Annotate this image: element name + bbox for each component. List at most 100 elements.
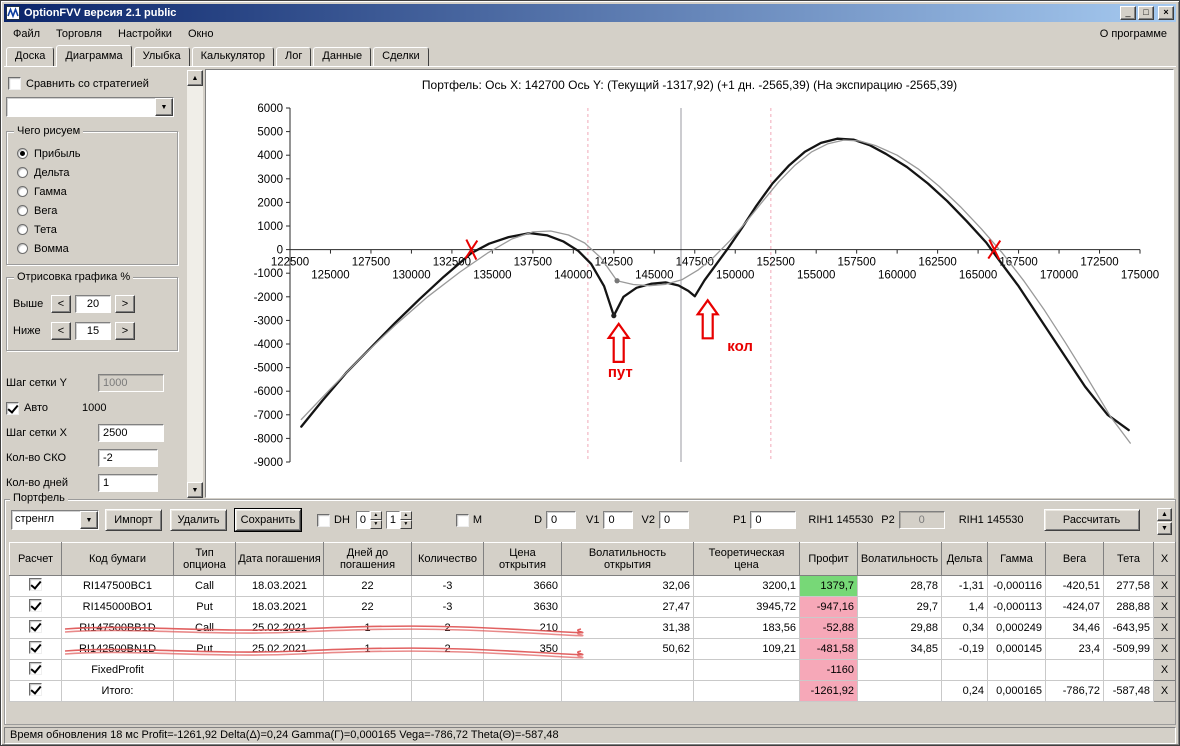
cell-vega: -420,51	[1045, 575, 1104, 597]
strategy-select-value: стренгл	[15, 513, 55, 525]
row-calc-checkbox[interactable]	[29, 599, 42, 612]
row-delete-button[interactable]: X	[1153, 638, 1176, 660]
cell-gamma: 0,000249	[987, 617, 1046, 639]
import-button[interactable]: Импорт	[105, 509, 162, 531]
row-calc-checkbox[interactable]	[29, 662, 42, 675]
radio-option-0[interactable]: Прибыль	[17, 144, 171, 163]
svg-text:130000: 130000	[392, 270, 430, 282]
cell-gamma	[987, 659, 1046, 681]
cell-gamma: -0,000113	[987, 596, 1046, 618]
compare-strategy-select[interactable]: ▼	[6, 97, 174, 117]
d-input[interactable]: 0	[546, 511, 577, 529]
settings-scrollbar[interactable]: ▲ ▼	[187, 70, 203, 498]
spin-down-icon[interactable]: ▼	[369, 520, 382, 529]
auto-checkbox[interactable]: Авто	[6, 401, 48, 415]
radio-option-2[interactable]: Гамма	[17, 182, 171, 201]
toolbar-scrollbar[interactable]: ▲ ▼	[1157, 508, 1172, 535]
sko-input[interactable]: -2	[98, 449, 158, 467]
cell-volatility: 34,85	[857, 638, 942, 660]
sko-label: Кол-во СКО	[6, 452, 67, 464]
spin-down-icon[interactable]: ▼	[399, 520, 412, 529]
column-header-9: Профит	[799, 542, 858, 576]
row-delete-button[interactable]: X	[1153, 575, 1176, 597]
dh-checkbox[interactable]: DH	[317, 513, 350, 527]
p2-input: 0	[898, 511, 945, 529]
p1-input[interactable]: 0	[750, 511, 797, 529]
m-checkbox[interactable]: М	[455, 513, 482, 527]
row-calc-checkbox[interactable]	[29, 641, 42, 654]
cell-theta: -509,99	[1103, 638, 1154, 660]
cell-quantity	[411, 680, 484, 702]
calculate-button[interactable]: Рассчитать	[1043, 509, 1140, 531]
strategy-select[interactable]: стренгл ▼	[11, 510, 99, 530]
row-calc-checkbox[interactable]	[29, 620, 42, 633]
tab-4[interactable]: Лог	[276, 47, 312, 66]
decrease-above-button[interactable]: <	[51, 294, 71, 313]
delete-button[interactable]: Удалить	[170, 509, 227, 531]
menu-about[interactable]: О программе	[1092, 25, 1175, 43]
svg-text:-2000: -2000	[253, 292, 282, 304]
radio-option-5[interactable]: Вомма	[17, 239, 171, 258]
chevron-down-icon[interactable]: ▼	[80, 511, 98, 529]
row-delete-button[interactable]: X	[1153, 659, 1176, 681]
radio-option-3[interactable]: Вега	[17, 201, 171, 220]
cell-quantity	[411, 659, 484, 681]
svg-text:2000: 2000	[257, 197, 283, 209]
draw-what-group-title: Чего рисуем	[14, 125, 84, 137]
scroll-up-icon[interactable]: ▲	[1157, 508, 1172, 521]
tab-6[interactable]: Сделки	[373, 47, 429, 66]
render-below-value[interactable]: 15	[75, 321, 111, 340]
tab-2[interactable]: Улыбка	[133, 47, 190, 66]
maximize-button[interactable]: □	[1138, 6, 1154, 20]
menu-window[interactable]: Окно	[180, 25, 222, 43]
tab-0[interactable]: Доска	[6, 47, 55, 66]
scroll-down-icon[interactable]: ▼	[187, 482, 203, 498]
grid-x-input[interactable]: 2500	[98, 424, 164, 442]
menu-trade[interactable]: Торговля	[48, 25, 110, 43]
row-calc-checkbox[interactable]	[29, 683, 42, 696]
spin-up-icon[interactable]: ▲	[399, 511, 412, 520]
tab-3[interactable]: Калькулятор	[191, 47, 275, 66]
row-delete-button[interactable]: X	[1153, 680, 1176, 702]
svg-text:170000: 170000	[1039, 270, 1077, 282]
render-above-value[interactable]: 20	[75, 294, 111, 313]
compare-strategy-checkbox[interactable]: Сравнить со стратегией	[8, 77, 184, 90]
v1-input[interactable]: 0	[603, 511, 634, 529]
spin-up-icon[interactable]: ▲	[369, 511, 382, 520]
increase-below-button[interactable]: >	[115, 321, 135, 340]
menu-settings[interactable]: Настройки	[110, 25, 180, 43]
decrease-below-button[interactable]: <	[51, 321, 71, 340]
tab-1[interactable]: Диаграмма	[56, 45, 132, 67]
column-header-2: Тип опциона	[173, 542, 236, 576]
row-calc-checkbox[interactable]	[29, 578, 42, 591]
svg-text:-1000: -1000	[253, 268, 282, 280]
render-below-row: Ниже < 15 >	[13, 317, 171, 344]
svg-text:122500: 122500	[270, 257, 308, 269]
menu-file[interactable]: Файл	[5, 25, 48, 43]
scroll-down-icon[interactable]: ▼	[1157, 522, 1172, 535]
radio-option-1[interactable]: Дельта	[17, 163, 171, 182]
days-input[interactable]: 1	[98, 474, 158, 492]
v2-label: V2	[641, 514, 655, 526]
cell-open_price: 350	[483, 638, 562, 660]
cell-theo_price: 3945,72	[693, 596, 800, 618]
save-button[interactable]: Сохранить	[234, 508, 302, 532]
dh-spinner-1[interactable]: 0 ▲ ▼	[355, 511, 382, 529]
tab-5[interactable]: Данные	[313, 47, 372, 66]
pnl-chart[interactable]: 6000 5000 4000 3000 2000 1000 0 -1000 -2000 -3000…	[210, 94, 1170, 486]
radio-option-4[interactable]: Тета	[17, 220, 171, 239]
radio-circle	[17, 243, 28, 254]
portfolio-section-title: Портфель	[10, 492, 68, 504]
svg-text:6000: 6000	[257, 103, 283, 115]
scroll-up-icon[interactable]: ▲	[187, 70, 203, 86]
dh-spinner-2[interactable]: 1 ▲ ▼	[385, 511, 412, 529]
row-delete-button[interactable]: X	[1153, 617, 1176, 639]
radio-circle	[17, 205, 28, 216]
chevron-down-icon[interactable]: ▼	[155, 98, 173, 116]
row-delete-button[interactable]: X	[1153, 596, 1176, 618]
v2-input[interactable]: 0	[658, 511, 689, 529]
minimize-button[interactable]: _	[1120, 6, 1136, 20]
checkbox-box	[8, 77, 21, 90]
increase-above-button[interactable]: >	[115, 294, 135, 313]
close-button[interactable]: ×	[1158, 6, 1174, 20]
